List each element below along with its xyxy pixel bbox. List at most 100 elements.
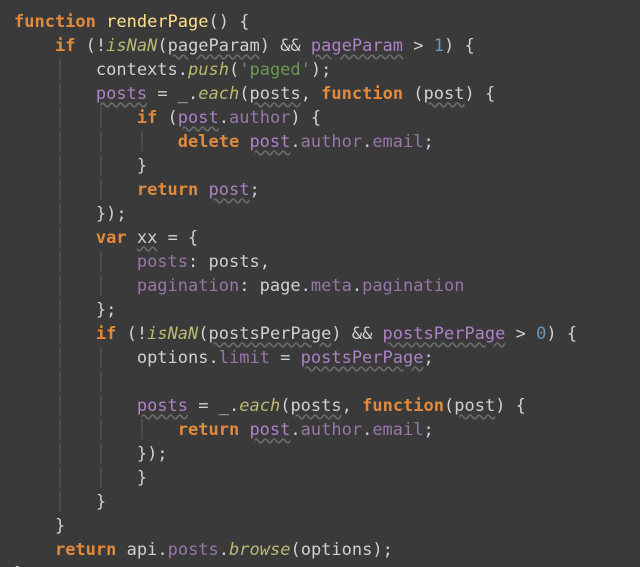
code-line[interactable]: │ │ │ return post.author.email;: [14, 420, 434, 440]
token-p: [116, 540, 126, 560]
token-p: ) {: [290, 108, 321, 128]
token-guide: │: [14, 60, 96, 80]
token-p: ) &&: [260, 36, 311, 56]
token-p: (: [290, 540, 300, 560]
token-guide: │ │: [14, 252, 137, 272]
code-line[interactable]: │ │ │ delete post.author.email;: [14, 132, 434, 152]
token-guide: │: [14, 300, 96, 320]
code-line[interactable]: │ │: [14, 372, 137, 392]
token-prop: pagination: [137, 276, 239, 296]
token-k: function: [321, 84, 403, 104]
token-prop: pagination: [362, 276, 464, 296]
token-p: ) {: [546, 324, 577, 344]
token-prop: meta: [311, 276, 352, 296]
code-line[interactable]: │ var xx = {: [14, 228, 198, 248]
token-p: [198, 180, 208, 200]
token-guide: │ │: [14, 108, 137, 128]
token-p: .: [290, 132, 300, 152]
token-p: (: [198, 324, 208, 344]
token-p: ,: [260, 252, 270, 272]
token-p: [127, 228, 137, 248]
token-p: (!: [116, 324, 147, 344]
token-num: 0: [536, 324, 546, 344]
token-p: .: [362, 420, 372, 440]
code-line[interactable]: │ │ posts = _.each(posts, function(post)…: [14, 396, 526, 416]
token-k: delete: [178, 132, 239, 152]
token-p: .: [188, 84, 198, 104]
token-idw: post: [454, 396, 495, 416]
token-p: [239, 132, 249, 152]
code-line[interactable]: │ contexts.push('paged');: [14, 60, 331, 80]
token-num: 1: [434, 36, 444, 56]
token-idw: posts: [250, 84, 301, 104]
code-line[interactable]: │ });: [14, 204, 127, 224]
token-call: each: [198, 84, 239, 104]
token-prop: author: [301, 420, 362, 440]
token-puw: post: [178, 108, 219, 128]
code-line[interactable]: }: [14, 516, 65, 536]
token-guide: │ │: [14, 180, 137, 200]
token-p: .: [301, 276, 311, 296]
code-line[interactable]: if (!isNaN(pageParam) && pageParam > 1) …: [14, 36, 475, 56]
token-p: }: [96, 492, 106, 512]
token-guide: │: [14, 228, 96, 248]
token-guide: │: [14, 204, 96, 224]
token-k: return: [55, 540, 116, 560]
code-line[interactable]: │ if (!isNaN(postsPerPage) && postsPerPa…: [14, 324, 577, 344]
token-k: function: [362, 396, 444, 416]
token-p: =: [147, 84, 178, 104]
token-puw: post: [249, 420, 290, 440]
token-p: (: [229, 60, 239, 80]
token-id: page: [260, 276, 301, 296]
code-line[interactable]: │ };: [14, 300, 116, 320]
token-guide: │ │ │: [14, 132, 178, 152]
code-line[interactable]: │ │ return post;: [14, 180, 260, 200]
token-prop: posts: [168, 540, 219, 560]
token-call: browse: [229, 540, 290, 560]
token-idw: post: [424, 84, 465, 104]
token-p: ;: [424, 420, 434, 440]
token-puw: pageParam: [311, 36, 403, 56]
code-line[interactable]: │ │ }: [14, 156, 147, 176]
token-p: >: [505, 324, 536, 344]
code-line[interactable]: │ posts = _.each(posts, function (post) …: [14, 84, 495, 104]
token-idw: pageParam: [168, 36, 260, 56]
token-guide: │: [14, 492, 96, 512]
token-guide: │ │: [14, 348, 137, 368]
token-k: var: [96, 228, 127, 248]
token-p: :: [239, 276, 259, 296]
code-line[interactable]: │ }: [14, 492, 106, 512]
code-line[interactable]: │ │ });: [14, 444, 168, 464]
token-puw: postsPerPage: [383, 324, 506, 344]
token-call: push: [188, 60, 229, 80]
code-line[interactable]: │ │ posts: posts,: [14, 252, 270, 272]
token-idw: postsPerPage: [209, 324, 332, 344]
code-line[interactable]: │ │ if (post.author) {: [14, 108, 321, 128]
token-p: = {: [157, 228, 198, 248]
token-p: (!: [75, 36, 106, 56]
token-p: }: [55, 516, 65, 536]
token-id: options: [301, 540, 373, 560]
token-id: _: [178, 84, 188, 104]
code-line[interactable]: │ │ options.limit = postsPerPage;: [14, 348, 434, 368]
token-p: .: [352, 276, 362, 296]
code-editor[interactable]: function renderPage() { if (!isNaN(pageP…: [0, 0, 640, 567]
token-prop: author: [229, 108, 290, 128]
token-prop: email: [372, 132, 423, 152]
token-guide: │ │: [14, 396, 137, 416]
token-p: });: [137, 444, 168, 464]
code-line[interactable]: function renderPage() {: [14, 12, 249, 32]
token-p: .: [219, 540, 229, 560]
token-p: ,: [301, 84, 321, 104]
token-p: .: [157, 540, 167, 560]
token-p: .: [178, 60, 188, 80]
token-p: });: [96, 204, 127, 224]
token-k: return: [178, 420, 239, 440]
code-line[interactable]: │ │ pagination: page.meta.pagination: [14, 276, 464, 296]
token-p: );: [372, 540, 392, 560]
token-fn: renderPage: [106, 12, 208, 32]
token-guide: │: [14, 84, 96, 104]
token-idw: xx: [137, 228, 157, 248]
code-line[interactable]: return api.posts.browse(options);: [14, 540, 393, 560]
code-line[interactable]: │ │ }: [14, 468, 147, 488]
